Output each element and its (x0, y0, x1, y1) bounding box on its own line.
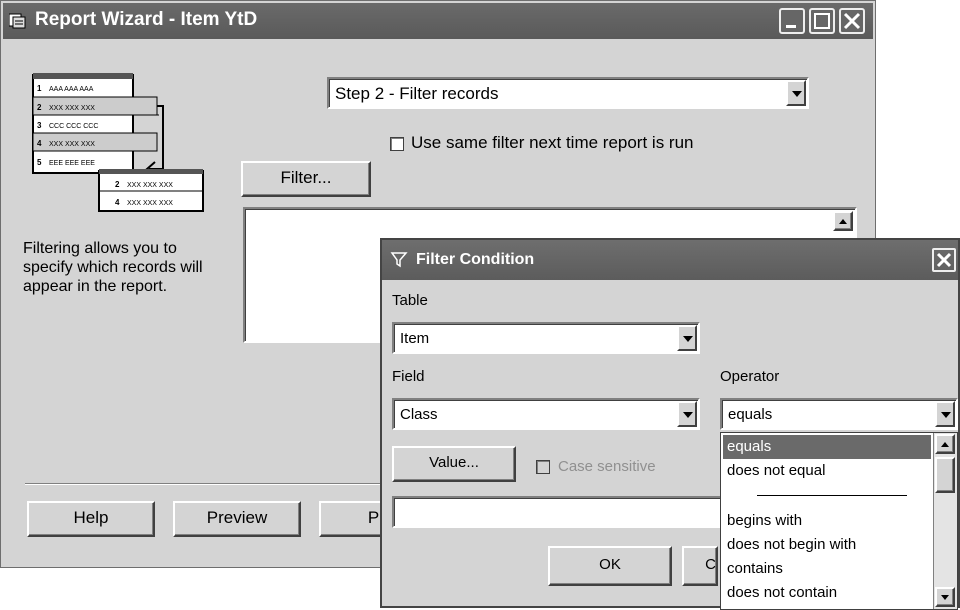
preview-button[interactable]: Preview (173, 501, 301, 537)
operator-select[interactable]: equals (720, 398, 958, 430)
illus-row-5-num: 5 (37, 158, 42, 167)
table-label: Table (392, 292, 428, 309)
operator-option-begins-with[interactable]: begins with (723, 509, 931, 533)
chevron-down-icon[interactable] (677, 325, 697, 351)
value-button[interactable]: Value... (392, 446, 516, 482)
step-select-value: Step 2 - Filter records (335, 84, 499, 103)
filter-condition-dialog: Filter Condition Table Item Field Class … (380, 238, 960, 610)
filter-funnel-icon (390, 250, 410, 270)
minimize-button[interactable] (779, 8, 805, 34)
dialog-title-bar[interactable]: Filter Condition (382, 240, 958, 280)
scroll-up-button[interactable] (935, 434, 955, 454)
list-scrollbar[interactable] (933, 433, 957, 609)
illus-row-1-text: AAA AAA AAA (49, 86, 94, 93)
table-select[interactable]: Item (392, 322, 700, 354)
illus-row-1-num: 1 (37, 84, 42, 93)
step-select[interactable]: Step 2 - Filter records (327, 77, 809, 109)
field-label: Field (392, 368, 425, 385)
operator-label: Operator (720, 368, 780, 385)
illus-row-4-text: XXX XXX XXX (49, 141, 95, 148)
field-select-value: Class (400, 406, 438, 423)
field-select[interactable]: Class (392, 398, 700, 430)
arrow-up-icon (941, 442, 949, 447)
illus-row-2-num: 2 (37, 103, 42, 112)
illus-result-2-num: 4 (115, 198, 120, 207)
illus-result-1-num: 2 (115, 180, 120, 189)
filter-button[interactable]: Filter... (241, 161, 371, 197)
window-title: Report Wizard - Item YtD (35, 9, 258, 30)
list-separator (757, 495, 907, 496)
illus-row-3-text: CCC CCC CCC (49, 123, 98, 130)
chevron-down-icon[interactable] (935, 401, 955, 427)
report-icon (8, 13, 27, 29)
illus-result-1-text: XXX XXX XXX (127, 182, 173, 189)
same-filter-label: Use same filter next time report is run (411, 133, 694, 152)
illus-row-3-num: 3 (37, 121, 42, 130)
arrow-down-icon (941, 595, 949, 600)
illus-row-2-text: XXX XXX XXX (49, 105, 95, 112)
ok-button[interactable]: OK (548, 546, 672, 586)
case-sensitive-checkbox[interactable] (536, 460, 550, 474)
value-input[interactable] (392, 496, 732, 528)
title-bar[interactable]: Report Wizard - Item YtD (3, 3, 873, 39)
close-icon (843, 12, 861, 30)
operator-option-equals[interactable]: equals (723, 435, 931, 459)
filter-illustration: 1 AAA AAA AAA 2 XXX XXX XXX 3 CCC CCC CC… (29, 69, 209, 219)
illus-row-5-text: EEE EEE EEE (49, 160, 95, 167)
close-button[interactable] (839, 8, 865, 34)
scroll-down-button[interactable] (935, 587, 955, 607)
chevron-down-icon[interactable] (786, 80, 806, 106)
close-icon (936, 252, 952, 268)
operator-dropdown-list[interactable]: equals does not equal begins with does n… (720, 432, 958, 610)
scroll-thumb[interactable] (935, 457, 955, 493)
operator-select-value: equals (728, 406, 773, 423)
dialog-close-button[interactable] (932, 248, 956, 272)
operator-option-does-not-equal[interactable]: does not equal (723, 459, 931, 483)
illus-result-2-text: XXX XXX XXX (127, 200, 173, 207)
operator-option-does-not-begin-with[interactable]: does not begin with (723, 533, 931, 557)
same-filter-checkbox[interactable] (390, 137, 404, 151)
operator-option-contains[interactable]: contains (723, 557, 931, 581)
filter-description: Filtering allows you to specify which re… (23, 240, 203, 295)
cancel-button[interactable]: C (682, 546, 718, 586)
help-button[interactable]: Help (27, 501, 155, 537)
scroll-up-button[interactable] (833, 211, 853, 231)
dialog-title: Filter Condition (416, 251, 535, 268)
maximize-button[interactable] (809, 8, 835, 34)
illus-row-4-num: 4 (37, 139, 42, 148)
operator-option-does-not-contain[interactable]: does not contain (723, 581, 931, 605)
table-select-value: Item (400, 330, 430, 347)
arrow-up-icon (839, 219, 847, 224)
case-sensitive-label: Case sensitive (558, 458, 656, 475)
chevron-down-icon[interactable] (677, 401, 697, 427)
